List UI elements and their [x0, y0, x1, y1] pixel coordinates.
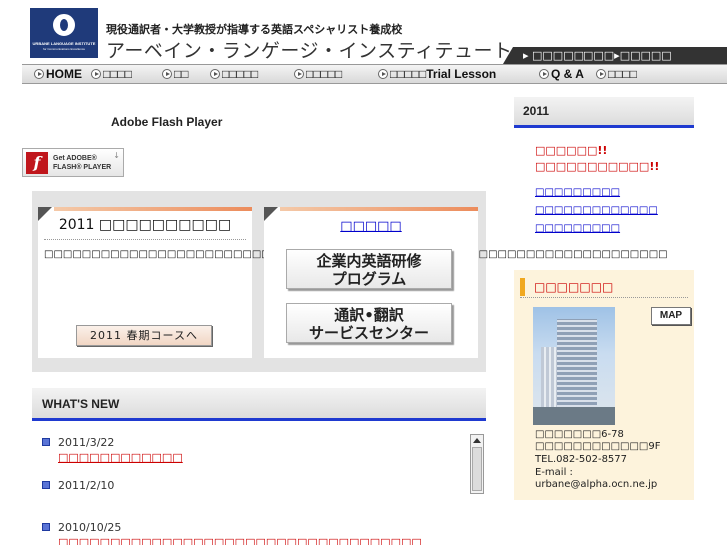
corporate-label-2: プログラム	[331, 270, 407, 288]
building-photo	[533, 307, 615, 425]
nav-item-8[interactable]: □□□□	[596, 67, 637, 81]
nav-label: □□□□□Trial Lesson	[390, 67, 497, 81]
arrow-icon	[294, 69, 304, 79]
nav-item-2[interactable]: □□□□	[91, 67, 132, 81]
top-links-bar: ▸ □□□□□ □□□▸□□□□□	[503, 47, 727, 64]
address-line: □□□□□□□□□□□□9F	[535, 441, 661, 452]
card-top-bar	[54, 207, 252, 211]
translation-service-button[interactable]: 通訳•翻訳 サービスセンター	[286, 303, 452, 343]
get-flash-button[interactable]: f Get ADOBE® FLASH® PLAYER ↓	[22, 148, 124, 177]
translation-label-1: 通訳•翻訳	[334, 306, 404, 324]
flash-label: Adobe Flash Player	[111, 115, 223, 129]
scroll-thumb[interactable]	[472, 447, 482, 491]
nav-home[interactable]: HOME	[34, 67, 82, 81]
bullet-icon	[42, 481, 50, 489]
access-title: □□□□□□□	[534, 280, 614, 294]
flash-badge-text: Get ADOBE® FLASH® PLAYER	[53, 154, 111, 172]
building-base	[533, 407, 615, 425]
news-link[interactable]: □□□□□□□□□□□□	[58, 451, 183, 464]
arrow-icon	[539, 69, 549, 79]
corporate-training-button[interactable]: 企業内英語研修 プログラム	[286, 249, 452, 289]
email-label: E-mail :	[535, 467, 573, 478]
nav-item-4[interactable]: □□□□□	[210, 67, 258, 81]
logo-name: URBANE LANGUAGE INSTITUTE	[32, 41, 96, 46]
nav-label: Q & A	[551, 67, 584, 81]
nav-label: □□□□	[608, 67, 637, 81]
news-date: 2011/3/22	[58, 436, 115, 449]
nav-item-3[interactable]: □□	[162, 67, 189, 81]
nav-label: □□□□	[103, 67, 132, 81]
nav-label: □□□□□	[306, 67, 343, 81]
promo-panel: 2011 □□□□□□□□□□ □□□□□□□□□□□□□□□□□□□□□□□□…	[32, 191, 668, 372]
sidebar-link-3[interactable]: □□□□□□□□□	[535, 223, 620, 234]
arrow-icon	[596, 69, 606, 79]
whats-new-title: WHAT'S NEW	[42, 397, 120, 411]
news-date: 2010/10/25	[58, 521, 122, 534]
sidebar-year: 2011	[523, 104, 550, 118]
top-link-1[interactable]: ▸ □□□□□	[523, 49, 584, 62]
nav-label: □□□□□	[222, 67, 259, 81]
services-card: □□□□□ 企業内英語研修 プログラム 通訳•翻訳 サービスセンター	[264, 207, 478, 358]
tagline: 現役通訳者・大学教授が指導する英語スペシャリスト養成校	[106, 23, 403, 36]
access-box: □□□□□□□ MAP □□□□□□□6-78 □□□□□□□□□□□□9F T…	[514, 270, 694, 500]
logo-subtitle: for Communications Excellence	[42, 47, 86, 51]
course-card-body: □□□□□□□□□□□□□□□□□□□□□□□□□□□□□□□□□□□□□□□□…	[44, 247, 668, 262]
site-header: URBANE LANGUAGE INSTITUTE for Communicat…	[0, 0, 727, 64]
course-card-title: 2011 □□□□□□□□□□	[58, 217, 232, 233]
sidebar-link-1[interactable]: □□□□□□□□□	[535, 187, 620, 198]
news-scrollbar[interactable]	[470, 434, 484, 494]
map-button[interactable]: MAP	[651, 307, 691, 325]
sidebar-announcement-2: □□□□□□□□□□□!!	[535, 160, 660, 173]
arrow-icon	[162, 69, 172, 79]
whats-new-header: WHAT'S NEW	[32, 388, 486, 421]
nav-item-5[interactable]: □□□□□	[294, 67, 342, 81]
nav-trial-lesson[interactable]: □□□□□Trial Lesson	[378, 67, 496, 81]
arrow-icon	[378, 69, 388, 79]
arrow-icon	[210, 69, 220, 79]
address-line: □□□□□□□6-78	[535, 429, 624, 440]
sidebar-announcement-1: □□□□□□!!	[535, 144, 608, 157]
spring-course-button[interactable]: 2011 春期コースへ	[76, 325, 212, 346]
nav-label: HOME	[46, 67, 82, 81]
main-nav: HOME □□□□ □□ □□□□□ □□□□□ □□□□□Trial Less…	[22, 64, 727, 84]
bullet-icon	[42, 438, 50, 446]
news-date: 2011/2/10	[58, 479, 115, 492]
arrow-icon	[91, 69, 101, 79]
top-link-2[interactable]: □□□▸□□□□□	[583, 49, 672, 62]
globe-icon	[53, 14, 75, 36]
flash-icon: f	[26, 152, 48, 174]
card-top-bar	[280, 207, 478, 211]
email-address[interactable]: urbane@alpha.ocn.ne.jp	[535, 479, 657, 490]
flash-badge-line2: FLASH® PLAYER	[53, 164, 112, 171]
scroll-up-icon[interactable]	[473, 438, 481, 443]
sidebar-header: 2011	[514, 97, 694, 128]
school-name: アーベイン・ランゲージ・インスティテュート	[106, 40, 513, 62]
translation-label-2: サービスセンター	[308, 324, 429, 342]
divider	[520, 297, 688, 298]
arrow-icon	[34, 69, 44, 79]
download-icon: ↓	[113, 151, 120, 160]
bullet-icon	[42, 523, 50, 531]
nav-label: □□	[174, 67, 189, 81]
nav-qa[interactable]: Q & A	[539, 67, 584, 81]
school-logo[interactable]: URBANE LANGUAGE INSTITUTE for Communicat…	[30, 8, 98, 58]
services-card-title[interactable]: □□□□□	[264, 219, 478, 234]
phone-number: TEL.082-502-8577	[535, 454, 628, 465]
corporate-label-1: 企業内英語研修	[316, 252, 422, 270]
divider	[44, 239, 246, 240]
course-card: 2011 □□□□□□□□□□ □□□□□□□□□□□□□□□□□□□□□□□□…	[38, 207, 668, 358]
access-marker	[520, 278, 525, 296]
sidebar-link-2[interactable]: □□□□□□□□□□□□□	[535, 205, 658, 216]
news-link[interactable]: □□□□□□□□□□□□□□□□□□□□□□□□□□□□□□□□□□□	[58, 536, 422, 545]
flash-badge-line1: Get ADOBE®	[53, 155, 97, 162]
